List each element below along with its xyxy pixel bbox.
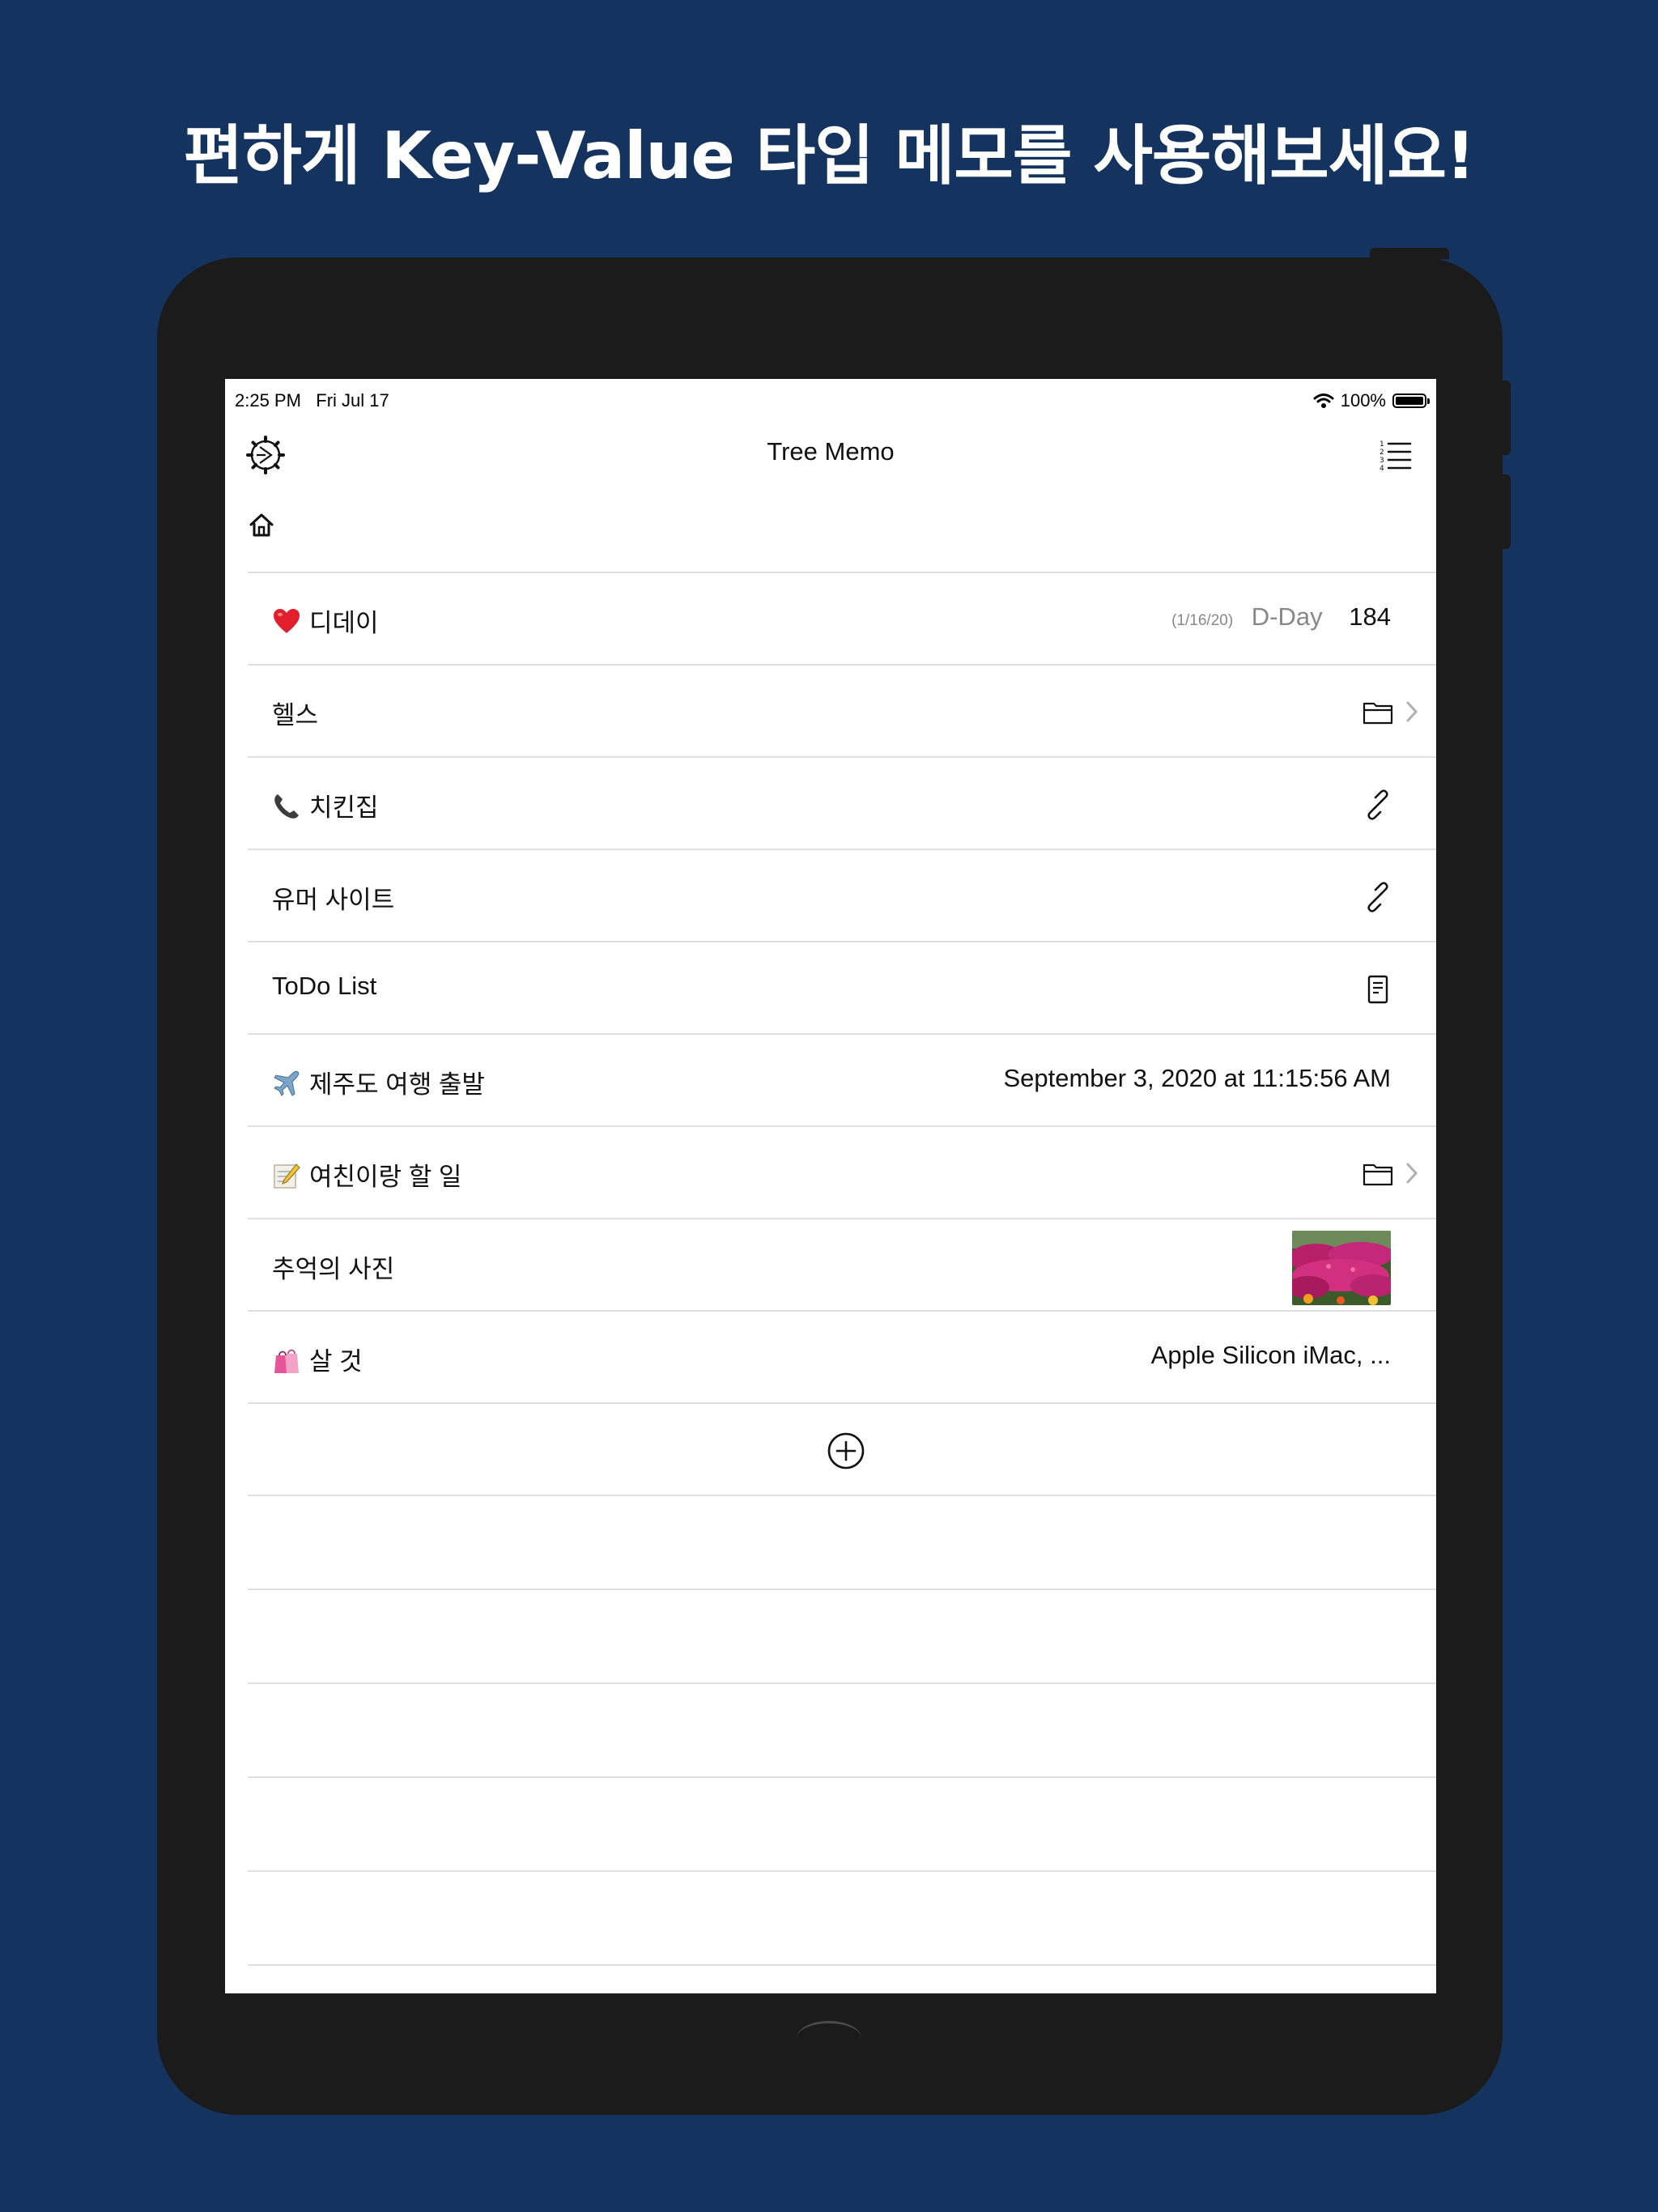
home-icon[interactable] [248,512,275,539]
svg-text:4: 4 [1380,465,1384,473]
list-item-key: 유머 사이트 [272,886,395,914]
dday-count: 184 [1349,602,1391,631]
list-item-jeju-trip[interactable]: 제주도 여행 출발 September 3, 2020 at 11:15:56 … [248,1033,1436,1125]
link-icon [1367,789,1388,820]
chevron-right-icon [1406,1163,1418,1184]
battery-percent: 100% [1340,390,1386,410]
device-volume-down-button [1501,474,1511,549]
numbered-list-icon[interactable]: 1234 [1378,437,1414,473]
status-time: 2:25 PM [235,390,301,410]
airplane-icon [274,1070,300,1096]
empty-row [248,1776,1436,1870]
list-item-folder-todo-girlfriend[interactable]: 여친이랑 할 일 [248,1125,1436,1218]
list-item-dday[interactable]: 디데이 (1/16/20) D-Day 184 [248,572,1436,664]
empty-row [248,1589,1436,1682]
list-item-folder-health[interactable]: 헬스 [248,664,1436,756]
dday-start-date: (1/16/20) [1171,612,1234,629]
navigation-bar: Tree Memo 1234 [225,416,1436,489]
status-bar: 2:25 PM Fri Jul 17 100% [235,384,1430,416]
list-item-key: ToDo List [272,972,377,1000]
memo-icon [274,1163,300,1189]
empty-row [248,1495,1436,1589]
app-screen: 2:25 PM Fri Jul 17 100% Tree Memo 1 2 3 … [225,379,1436,1993]
svg-text:2: 2 [1380,449,1384,457]
folder-icon [1363,1163,1393,1186]
list-item-todo[interactable]: ToDo List [248,941,1436,1033]
list-item-link-humor[interactable]: 유머 사이트 [248,849,1436,941]
list-item-key: 제주도 여행 출발 [309,1070,485,1099]
list-item-key: 디데이 [309,609,379,637]
battery-icon [1392,393,1430,408]
wifi-icon [1313,393,1334,408]
folder-icon [1363,702,1393,725]
add-item-row [248,1402,1436,1495]
list-item-key: 치킨집 [309,793,379,822]
telephone-icon [274,794,299,819]
list-item-photo[interactable]: 추억의 사진 [248,1218,1436,1310]
plus-circle-icon[interactable] [827,1431,865,1470]
list-item-key: 헬스 [272,701,319,730]
dday-label: D-Day [1251,602,1323,631]
list-item-value: September 3, 2020 at 11:15:56 AM [1003,1064,1391,1092]
list-item-key: 추억의 사진 [272,1255,395,1283]
list-item-key: 여친이랑 할 일 [309,1163,462,1191]
list-item-value: Apple Silicon iMac, ... [1150,1341,1391,1369]
headline: 편하게 Key-Value 타입 메모를 사용해보세요! [183,118,1476,194]
device-home-indicator [797,2021,861,2056]
list-item-link-chicken[interactable]: 치킨집 [248,756,1436,849]
memo-list: 디데이 (1/16/20) D-Day 184 헬스 치킨집 유머 사이트 To… [248,572,1436,1993]
shopping-bags-icon [274,1349,299,1373]
empty-row [248,1682,1436,1776]
link-icon [1367,882,1388,912]
chevron-right-icon [1406,701,1418,722]
device-volume-up-button [1501,381,1511,455]
svg-text:1: 1 [1380,440,1384,449]
empty-row [248,1964,1436,1993]
status-date: Fri Jul 17 [316,390,389,410]
empty-row [248,1870,1436,1964]
list-item-key: 살 것 [309,1347,363,1376]
svg-text:3: 3 [1380,457,1384,465]
page-title: Tree Memo [767,437,895,466]
document-icon [1367,975,1388,1004]
list-item-shopping[interactable]: 살 것 Apple Silicon iMac, ... [248,1310,1436,1402]
photo-thumbnail[interactable] [1292,1231,1391,1305]
heart-icon [274,609,300,633]
